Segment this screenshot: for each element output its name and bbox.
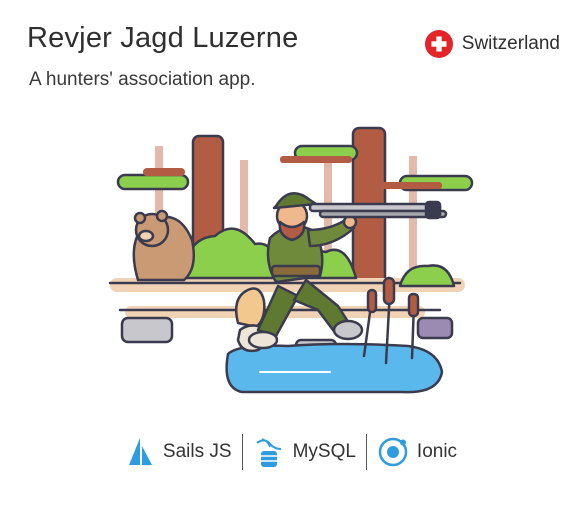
tech-label: Sails JS — [162, 441, 232, 462]
project-card: Revjer Jagd Luzerne A hunters' associati… — [0, 0, 580, 506]
project-title: Revjer Jagd Luzerne — [27, 22, 299, 54]
mysql-icon — [255, 438, 281, 467]
tech-item-sails-js: Sails JS — [113, 435, 242, 469]
hunter-illustration — [108, 126, 474, 394]
tech-label: MySQL — [292, 441, 356, 462]
country-badge: Switzerland — [424, 30, 560, 58]
country-label: Switzerland — [461, 33, 560, 54]
tech-item-mysql: MySQL — [243, 435, 366, 469]
sails-js-icon — [128, 438, 152, 465]
ionic-icon — [378, 437, 408, 467]
swiss-flag-icon — [424, 30, 453, 58]
tech-item-ionic: Ionic — [367, 435, 467, 469]
tech-label: Ionic — [416, 441, 458, 462]
tech-stack-bar: Sails JS MySQL Ionic — [0, 430, 580, 474]
project-subtitle: A hunters' association app. — [29, 69, 256, 90]
